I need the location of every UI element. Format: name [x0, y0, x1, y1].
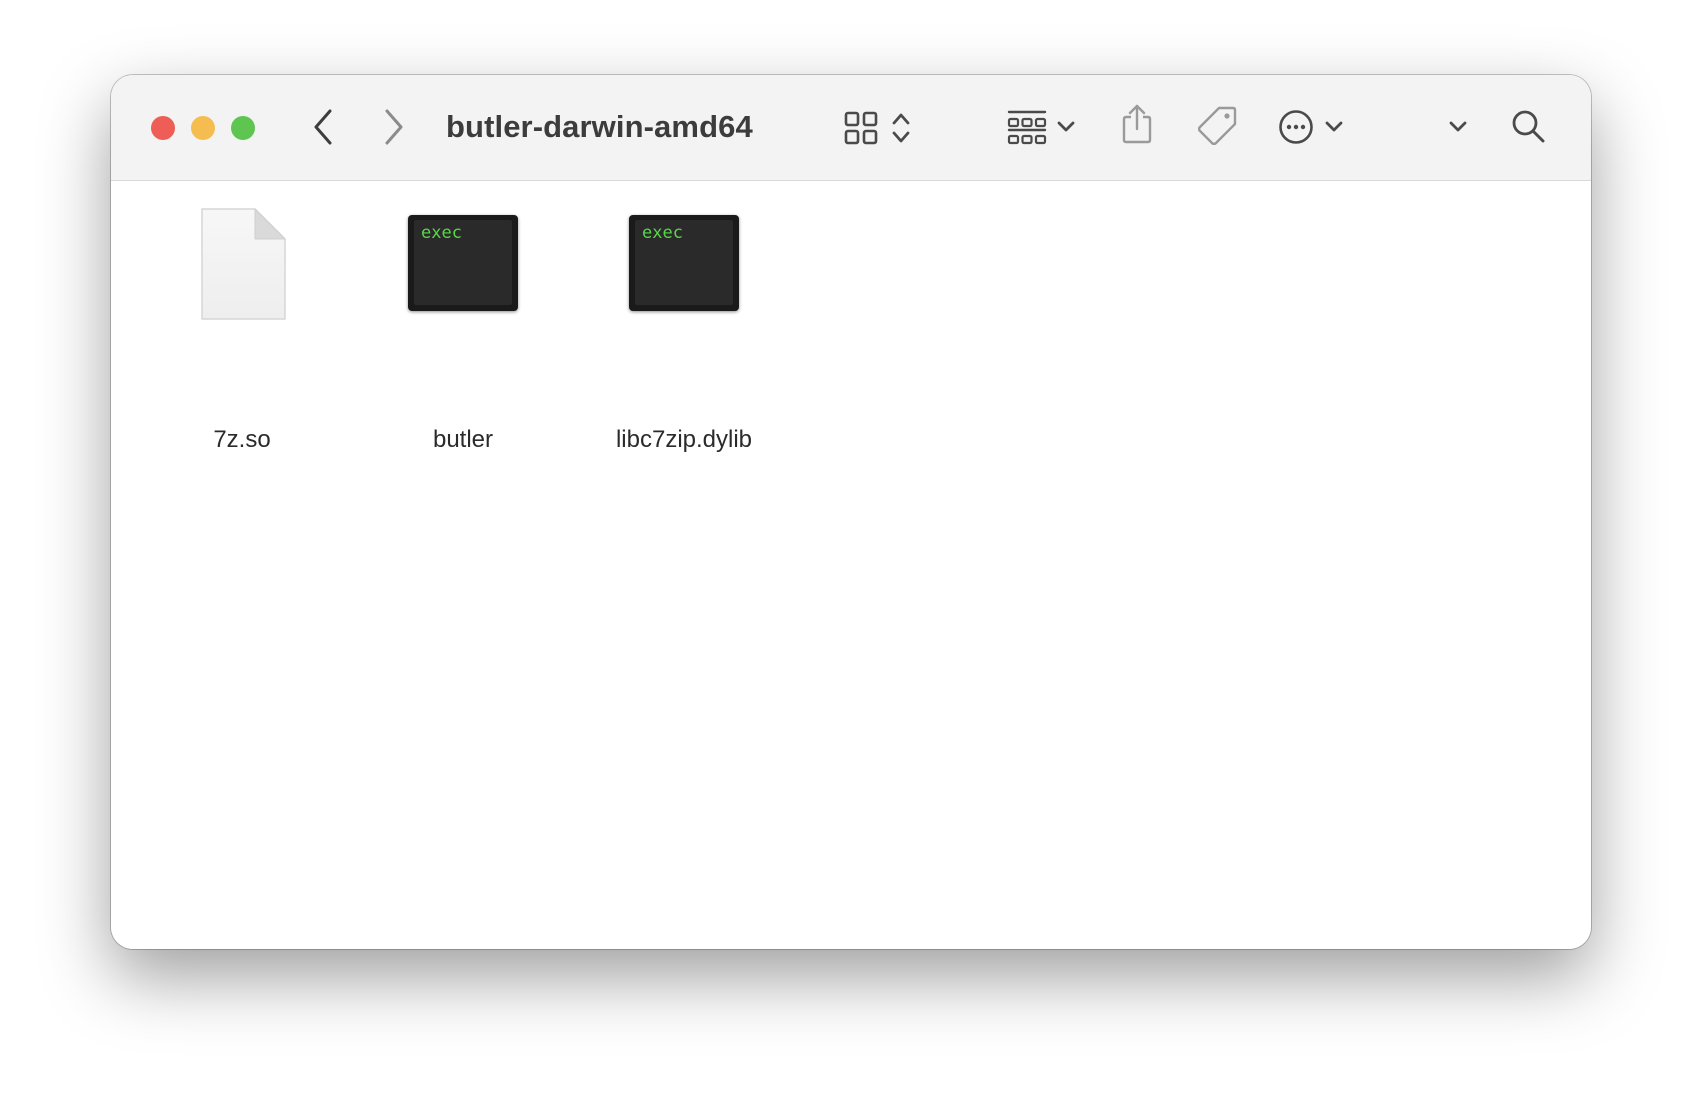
file-thumbnail: exec [363, 207, 563, 327]
share-icon[interactable] [1121, 103, 1153, 145]
toolbar: butler-darwin-amd64 [111, 75, 1591, 181]
close-button[interactable] [151, 116, 175, 140]
exec-badge: exec [642, 223, 683, 243]
finder-window: butler-darwin-amd64 7z.so exec butler ex… [111, 75, 1591, 949]
group-icon[interactable] [1007, 110, 1047, 146]
zoom-button[interactable] [231, 116, 255, 140]
updown-chevron-icon[interactable] [890, 110, 912, 146]
window-title: butler-darwin-amd64 [446, 109, 753, 144]
file-item[interactable]: exec libc7zip.dylib [584, 181, 784, 453]
file-item[interactable]: 7z.so [142, 181, 342, 453]
file-name: libc7zip.dylib [615, 426, 753, 453]
chevron-down-icon[interactable] [1448, 119, 1468, 135]
chevron-down-icon[interactable] [1324, 119, 1344, 135]
file-thumbnail: exec [584, 207, 784, 327]
file-name: butler [432, 426, 494, 453]
search-icon[interactable] [1511, 109, 1547, 145]
minimize-button[interactable] [191, 116, 215, 140]
file-name: 7z.so [213, 426, 271, 453]
file-thumbnail [142, 207, 342, 327]
grid-view-icon[interactable] [844, 111, 878, 145]
back-icon[interactable] [311, 107, 337, 147]
tag-icon[interactable] [1198, 105, 1238, 145]
exec-badge: exec [421, 223, 462, 243]
forward-icon[interactable] [380, 107, 406, 147]
chevron-down-icon[interactable] [1056, 119, 1076, 135]
file-item[interactable]: exec butler [363, 181, 563, 453]
terminal-icon: exec [408, 215, 518, 311]
more-icon[interactable] [1278, 109, 1314, 145]
file-browser: 7z.so exec butler exec libc7zip.dylib [111, 181, 1591, 949]
terminal-icon: exec [629, 215, 739, 311]
document-icon [201, 208, 286, 320]
